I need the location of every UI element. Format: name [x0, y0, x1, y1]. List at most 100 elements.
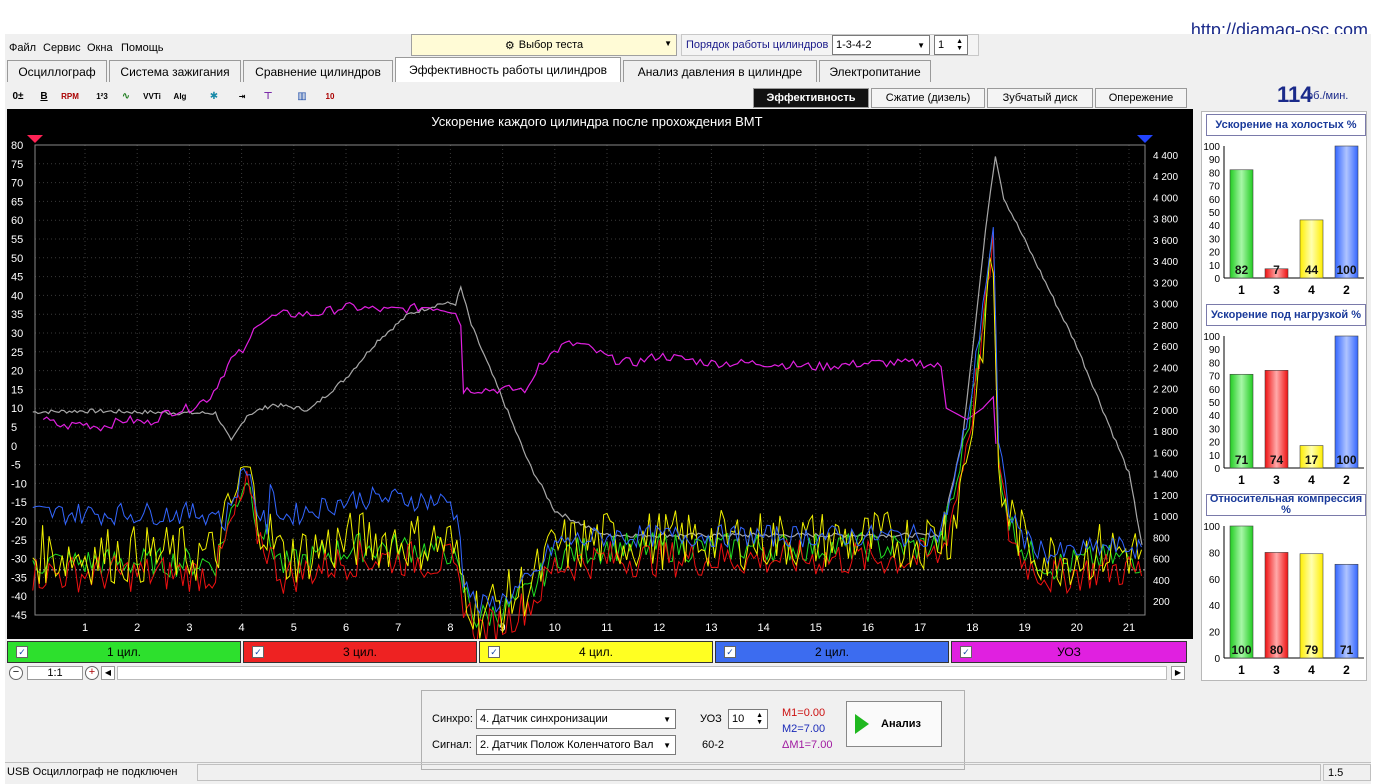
category-label: 1	[1238, 663, 1245, 677]
horizontal-scrollbar[interactable]	[117, 666, 1167, 680]
uoz-spinner[interactable]: 10 ▲ ▼	[728, 709, 768, 729]
y-tick-label: 35	[11, 309, 23, 321]
legend-cyl-1[interactable]: ✓ 1 цил.	[7, 641, 241, 663]
y2-tick-label: 4 000	[1153, 193, 1178, 204]
x-tick-label: 8	[447, 622, 453, 634]
y2-tick-label: 3 200	[1153, 278, 1178, 289]
tab-pressure-analysis[interactable]: Анализ давления в цилиндре	[623, 60, 817, 82]
bars-icon[interactable]: ▥	[291, 85, 313, 107]
y2-tick-label: 3 600	[1153, 236, 1178, 247]
cylinder-series-line	[32, 227, 1142, 615]
bar-value-label: 79	[1305, 643, 1319, 657]
y-tick-label: 30	[1209, 234, 1221, 245]
y2-tick-label: 2 400	[1153, 363, 1178, 374]
menu-service[interactable]: Сервис	[43, 42, 81, 54]
scroll-right-icon[interactable]: ▶	[1171, 666, 1185, 680]
tab-cylinder-efficiency[interactable]: Эффективность работы цилиндров	[395, 57, 621, 82]
signal-value: 2. Датчик Полож Коленчатого Вал	[480, 739, 654, 751]
marker-icon[interactable]: ⊤	[257, 85, 279, 107]
bar-value-label: 17	[1305, 453, 1319, 467]
vvti-icon[interactable]: VVTi	[141, 85, 163, 107]
scale-icon[interactable]: 10	[319, 85, 341, 107]
play-icon	[855, 714, 869, 734]
sync-value: 4. Датчик синхронизации	[480, 713, 608, 725]
legend-cyl-3[interactable]: ✓ 3 цил.	[243, 641, 477, 663]
y-tick-label: 0	[1214, 274, 1220, 285]
legend-label: 1 цил.	[107, 645, 141, 659]
firing-order-count[interactable]: 1 ▲ ▼	[934, 35, 968, 55]
x-tick-label: 3	[186, 622, 192, 634]
rpm-icon[interactable]: RPM	[59, 85, 81, 107]
bold-icon[interactable]: B	[33, 85, 55, 107]
checkbox-icon[interactable]: ✓	[724, 646, 736, 658]
x-tick-label: 19	[1018, 622, 1030, 634]
tab-power[interactable]: Электропитание	[819, 60, 931, 82]
y-tick-label: 0	[11, 441, 17, 453]
zoom-out-icon[interactable]: −	[9, 666, 23, 680]
firing-order-select[interactable]: 1-3-4-2 ▼	[832, 35, 930, 55]
legend-uoz[interactable]: ✓ УОЗ	[951, 641, 1187, 663]
y-tick-label: -10	[11, 478, 27, 490]
bar-value-label: 100	[1231, 643, 1251, 657]
subtab-efficiency[interactable]: Эффективность	[753, 88, 869, 108]
tab-cylinder-compare[interactable]: Сравнение цилиндров	[243, 60, 393, 82]
legend-cyl-2[interactable]: ✓ 2 цил.	[715, 641, 949, 663]
cursor-icon[interactable]: ⇥	[231, 85, 253, 107]
legend-cyl-4[interactable]: ✓ 4 цил.	[479, 641, 713, 663]
chevron-down-icon: ▼	[663, 714, 671, 724]
x-tick-label: 12	[653, 622, 665, 634]
legend-label: 2 цил.	[815, 645, 849, 659]
menu-windows[interactable]: Окна	[87, 42, 113, 54]
scroll-left-icon[interactable]: ◀	[101, 666, 115, 680]
checkbox-icon[interactable]: ✓	[252, 646, 264, 658]
tab-ignition[interactable]: Система зажигания	[109, 60, 241, 82]
analyze-button[interactable]: Анализ	[846, 701, 942, 747]
bar-value-label: 100	[1336, 263, 1356, 277]
bar-value-label: 44	[1305, 263, 1319, 277]
subtab-advance[interactable]: Опережение	[1095, 88, 1187, 108]
checkbox-icon[interactable]: ✓	[488, 646, 500, 658]
menu-help[interactable]: Помощь	[121, 42, 164, 54]
idle-accel-title: Ускорение на холостых %	[1206, 114, 1366, 136]
y2-tick-label: 1 600	[1153, 448, 1178, 459]
engine-icon[interactable]: ✱	[203, 85, 225, 107]
bar-value-label: 80	[1270, 643, 1284, 657]
y-tick-label: 55	[11, 234, 23, 246]
y-tick-label: 70	[1209, 372, 1221, 383]
subtab-tooth-disk[interactable]: Зубчатый диск	[987, 88, 1093, 108]
marker-m2-icon	[1137, 135, 1153, 143]
sync-select[interactable]: 4. Датчик синхронизации ▼	[476, 709, 676, 729]
menu-file[interactable]: Файл	[9, 42, 36, 54]
y2-tick-label: 600	[1153, 555, 1170, 566]
checkbox-icon[interactable]: ✓	[960, 646, 972, 658]
uoz-value: 10	[732, 713, 745, 725]
y-tick-label: 45	[11, 272, 23, 284]
uoz-series-line	[42, 301, 997, 444]
x-tick-label: 4	[239, 622, 245, 634]
y-tick-label: 65	[11, 196, 23, 208]
alg-icon[interactable]: Alg	[169, 85, 191, 107]
y-tick-label: 60	[1209, 195, 1221, 206]
zero-offset-icon[interactable]: 0±	[7, 85, 29, 107]
subtab-compression[interactable]: Сжатие (дизель)	[871, 88, 985, 108]
tab-oscilloscope[interactable]: Осциллограф	[7, 60, 107, 82]
x-tick-label: 5	[291, 622, 297, 634]
y-tick-label: 50	[1209, 398, 1221, 409]
x-tick-label: 6	[343, 622, 349, 634]
main-chart[interactable]: Ускорение каждого цилиндра после прохожд…	[7, 109, 1193, 647]
x-tick-label: 2	[134, 622, 140, 634]
zoom-in-icon[interactable]: +	[85, 666, 99, 680]
trace-icon[interactable]: ∿	[115, 85, 137, 107]
chart-svg: Ускорение каждого цилиндра после прохожд…	[11, 114, 1178, 647]
y-tick-label: 60	[11, 215, 23, 227]
legend-label: 4 цил.	[579, 645, 613, 659]
uoz-label: УОЗ	[700, 713, 722, 725]
order-icon[interactable]: 1²3	[91, 85, 113, 107]
y-tick-label: -35	[11, 572, 27, 584]
checkbox-icon[interactable]: ✓	[16, 646, 28, 658]
category-label: 3	[1273, 283, 1280, 297]
y-tick-label: 10	[11, 403, 23, 415]
legend-label: 3 цил.	[343, 645, 377, 659]
signal-select[interactable]: 2. Датчик Полож Коленчатого Вал ▼	[476, 735, 676, 755]
test-select[interactable]: ⚙ Выбор теста ▼	[411, 34, 677, 56]
